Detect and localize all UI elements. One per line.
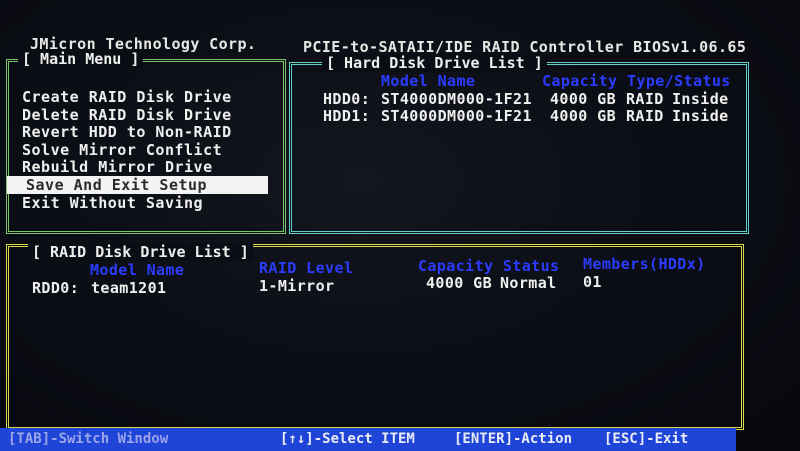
hdd-row-status: Inside	[672, 107, 729, 125]
main-menu-title: [ Main Menu ]	[18, 50, 144, 68]
raid-list-title: [ RAID Disk Drive List ]	[28, 243, 253, 261]
hdd-row-id[interactable]: HDD1:	[323, 107, 370, 125]
menu-item-rebuild-mirror[interactable]: Rebuild Mirror Drive	[22, 158, 213, 176]
raid-col-model: Model Name	[90, 261, 185, 279]
hdd-row-status: Inside	[672, 90, 729, 108]
menu-item-create-raid[interactable]: Create RAID Disk Drive	[22, 88, 232, 106]
hdd-row-capacity: 4000 GB	[550, 90, 617, 108]
hdd-list-title: [ Hard Disk Drive List ]	[322, 54, 547, 72]
hdd-row-id[interactable]: HDD0:	[323, 90, 370, 108]
hdd-row-capacity: 4000 GB	[550, 107, 617, 125]
hdd-row-model: ST4000DM000-1F21	[381, 90, 532, 108]
raid-col-capacity-status: Capacity Status	[418, 257, 560, 275]
key-hint-switch-window: [TAB]-Switch Window	[8, 431, 169, 447]
raid-row-status: Normal	[500, 274, 557, 292]
raid-row-model: team1201	[91, 279, 167, 297]
menu-item-delete-raid[interactable]: Delete RAID Disk Drive	[22, 106, 232, 124]
hdd-row-model: ST4000DM000-1F21	[381, 107, 532, 125]
menu-item-save-and-exit[interactable]: Save And Exit Setup	[7, 176, 268, 194]
menu-item-solve-mirror-conflict[interactable]: Solve Mirror Conflict	[22, 141, 222, 159]
raid-col-members: Members(HDDx)	[583, 255, 706, 273]
menu-item-revert-hdd[interactable]: Revert HDD to Non-RAID	[22, 123, 232, 141]
hdd-col-capacity: Capacity	[542, 72, 618, 90]
raid-row-id[interactable]: RDD0:	[32, 279, 79, 297]
key-hint-exit: [ESC]-Exit	[604, 431, 689, 447]
key-hint-action: [ENTER]-Action	[454, 431, 573, 447]
hdd-col-type-status: Type/Status	[627, 72, 731, 90]
hdd-col-model: Model Name	[381, 72, 476, 90]
raid-col-level: RAID Level	[259, 259, 354, 277]
bios-screen: JMicron Technology Corp. PCIE-to-SATAII/…	[0, 0, 800, 451]
hdd-row-type: RAID	[626, 90, 664, 108]
raid-row-level: 1-Mirror	[259, 277, 335, 295]
raid-row-members: 01	[583, 273, 602, 291]
hdd-row-type: RAID	[626, 107, 664, 125]
menu-item-exit-without-saving[interactable]: Exit Without Saving	[22, 194, 203, 212]
raid-row-capacity: 4000 GB	[426, 274, 493, 292]
key-hint-select-item: [↑↓]-Select ITEM	[280, 431, 415, 447]
